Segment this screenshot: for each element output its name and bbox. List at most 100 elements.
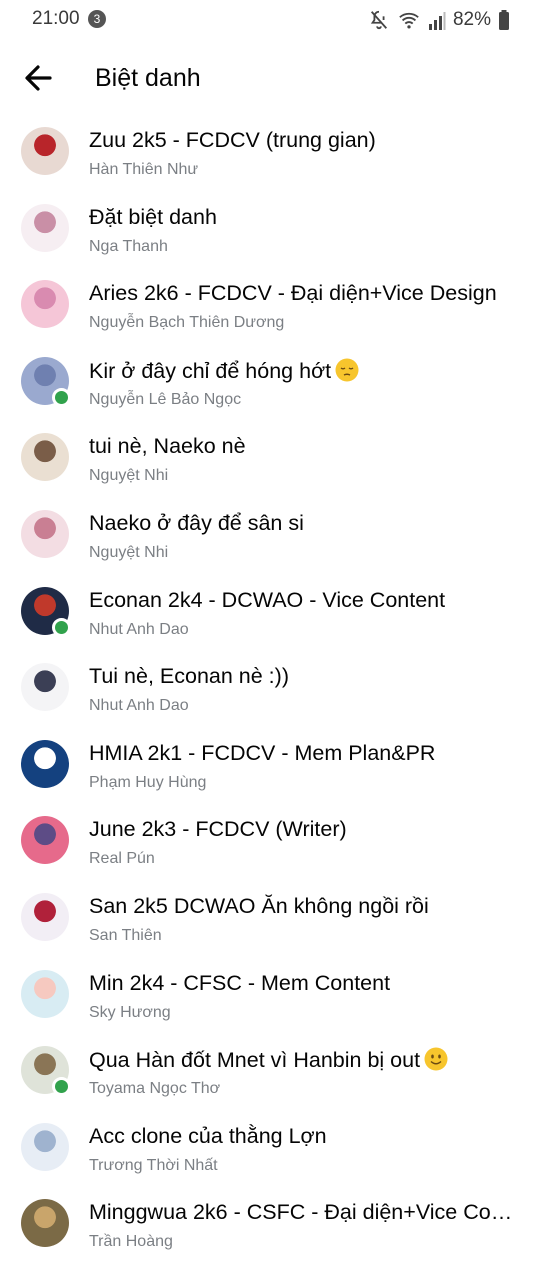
nickname-text: Acc clone của thằng Lợn xyxy=(89,1123,327,1148)
nickname-owner-name: Nguyệt Nhi xyxy=(89,467,169,485)
nickname-title: Kir ở đây chỉ để hóng hớt xyxy=(89,358,519,384)
nickname-title: Naeko ở đây để sân si xyxy=(89,511,519,536)
avatar-image xyxy=(21,816,69,865)
nickname-text: Econan 2k4 - DCWAO - Vice Content xyxy=(89,587,446,612)
avatar xyxy=(21,509,69,558)
nickname-row[interactable]: Min 2k4 - CFSC - Mem Content Sky Hương xyxy=(0,958,540,1035)
avatar xyxy=(21,1046,71,1097)
back-button[interactable] xyxy=(20,60,56,96)
nickname-title: Đặt biệt danh xyxy=(89,205,519,230)
avatar xyxy=(21,127,69,175)
nickname-text: Aries 2k6 - FCDCV - Đại diện+Vice Design xyxy=(89,281,497,306)
nickname-row[interactable]: Acc clone của thằng Lợn Trương Thời Nhất xyxy=(0,1111,540,1188)
online-status-dot xyxy=(52,617,71,637)
nickname-row[interactable]: Đặt biệt danh Nga Thanh xyxy=(0,192,540,269)
nickname-row[interactable]: Tui nè, Econan nè :)) Nhut Anh Dao xyxy=(0,651,540,728)
nickname-text: Kir ở đây chỉ để hóng hớt xyxy=(89,358,332,383)
nickname-title: Zuu 2k5 - FCDCV (trung gian) xyxy=(89,128,519,153)
battery-percent: 82% xyxy=(452,9,491,30)
avatar xyxy=(21,433,69,482)
avatar-image xyxy=(21,509,69,558)
nickname-text: Qua Hàn đốt Mnet vì Hanbin bị out xyxy=(89,1048,421,1073)
page-title: Biệt danh xyxy=(95,64,201,92)
battery-icon xyxy=(499,10,509,30)
nickname-owner-name: San Thiên xyxy=(89,926,162,944)
signal-icon xyxy=(428,12,446,30)
nickname-text: Minggwua 2k6 - CSFC - Đại diện+Vice Cont… xyxy=(89,1200,519,1225)
avatar-image xyxy=(21,127,69,175)
nickname-title: Econan 2k4 - DCWAO - Vice Content xyxy=(89,588,519,613)
avatar-image xyxy=(21,280,69,329)
arrow-left-icon xyxy=(25,65,52,91)
nickname-owner-name: Nguyệt Nhi xyxy=(89,543,169,561)
nickname-owner-name: Nhut Anh Dao xyxy=(89,620,189,638)
nickname-row[interactable]: Econan 2k4 - DCWAO - Vice Content Nhut An… xyxy=(0,575,540,652)
nickname-title: June 2k3 - FCDCV (Writer) xyxy=(89,817,519,842)
avatar-image xyxy=(21,1199,69,1248)
nickname-row[interactable]: Kir ở đây chỉ để hóng hớt Nguyễn Lê Bảo N… xyxy=(0,345,540,422)
avatar xyxy=(21,280,69,329)
nickname-owner-name: Phạm Huy Hùng xyxy=(89,773,207,791)
avatar-image xyxy=(21,969,69,1018)
nickname-row[interactable]: Qua Hàn đốt Mnet vì Hanbin bị out Toyama … xyxy=(0,1034,540,1111)
nickname-row[interactable]: Naeko ở đây để sân si Nguyệt Nhi xyxy=(0,498,540,575)
nickname-title: Qua Hàn đốt Mnet vì Hanbin bị out xyxy=(89,1047,519,1073)
nickname-row[interactable]: HMIA 2k1 - FCDCV - Mem Plan&PR Phạm Huy H… xyxy=(0,728,540,805)
status-bar: 21:00 3 82% xyxy=(0,0,540,40)
nickname-text: Min 2k4 - CFSC - Mem Content xyxy=(89,970,391,995)
nickname-owner-name: Trương Thời Nhất xyxy=(89,1156,218,1174)
status-time: 21:00 xyxy=(32,8,80,29)
avatar xyxy=(21,1122,69,1171)
nickname-title: HMIA 2k1 - FCDCV - Mem Plan&PR xyxy=(89,741,519,766)
nickname-text: Tui nè, Econan nè :)) xyxy=(89,664,289,689)
nickname-title: Min 2k4 - CFSC - Mem Content xyxy=(89,971,519,996)
avatar-image xyxy=(21,892,69,941)
nickname-text: Naeko ở đây để sân si xyxy=(89,510,304,535)
nickname-owner-name: Real Pún xyxy=(89,850,155,868)
nickname-text: Zuu 2k5 - FCDCV (trung gian) xyxy=(89,128,376,152)
nickname-list: Zuu 2k5 - FCDCV (trung gian) Hàn Thiên Nh… xyxy=(0,115,540,1264)
nickname-owner-name: Nguyễn Lê Bảo Ngọc xyxy=(89,390,242,408)
avatar xyxy=(21,969,69,1018)
nickname-row[interactable]: tui nè, Naeko nè Nguyệt Nhi xyxy=(0,421,540,498)
pensive-face-icon xyxy=(335,358,359,382)
notification-count-badge: 3 xyxy=(88,10,106,28)
avatar-image xyxy=(21,1122,69,1171)
nickname-row[interactable]: Aries 2k6 - FCDCV - Đại diện+Vice Design… xyxy=(0,268,540,345)
avatar xyxy=(21,356,71,407)
avatar xyxy=(21,203,69,252)
avatar-image xyxy=(21,663,69,712)
nickname-owner-name: Toyama Ngọc Thơ xyxy=(89,1080,221,1098)
avatar xyxy=(21,892,69,941)
nickname-row[interactable]: Minggwua 2k6 - CSFC - Đại diện+Vice Cont… xyxy=(0,1187,540,1264)
nickname-text: San 2k5 DCWAO Ăn không ngồi rồi xyxy=(89,893,429,918)
nickname-title: Minggwua 2k6 - CSFC - Đại diện+Vice Cont… xyxy=(89,1200,519,1225)
avatar-image xyxy=(21,739,69,788)
nickname-row[interactable]: Zuu 2k5 - FCDCV (trung gian) Hàn Thiên Nh… xyxy=(0,115,540,192)
avatar xyxy=(21,663,69,712)
nickname-text: June 2k3 - FCDCV (Writer) xyxy=(89,817,347,842)
app-header: Biệt danh xyxy=(0,40,540,118)
nickname-title: San 2k5 DCWAO Ăn không ngồi rồi xyxy=(89,894,519,919)
nickname-owner-name: Nhut Anh Dao xyxy=(89,697,189,715)
slightly-smiling-face-icon xyxy=(424,1047,448,1071)
avatar xyxy=(21,586,71,637)
nickname-title: Acc clone của thằng Lợn xyxy=(89,1124,519,1149)
avatar xyxy=(21,1199,69,1248)
wifi-icon xyxy=(399,12,419,29)
online-status-dot xyxy=(52,1077,71,1097)
nickname-owner-name: Sky Hương xyxy=(89,1003,171,1021)
nickname-owner-name: Trần Hoàng xyxy=(89,1233,173,1251)
nickname-row[interactable]: June 2k3 - FCDCV (Writer) Real Pún xyxy=(0,804,540,881)
online-status-dot xyxy=(52,387,71,407)
nickname-row[interactable]: San 2k5 DCWAO Ăn không ngồi rồi San Thiên xyxy=(0,881,540,958)
status-icons: 82% xyxy=(368,7,510,33)
nickname-text: HMIA 2k1 - FCDCV - Mem Plan&PR xyxy=(89,740,436,765)
avatar-image xyxy=(21,203,69,252)
avatar-image xyxy=(21,433,69,482)
nickname-title: Tui nè, Econan nè :)) xyxy=(89,664,519,689)
nickname-text: Đặt biệt danh xyxy=(89,204,217,229)
mute-icon xyxy=(370,10,387,30)
nickname-owner-name: Nga Thanh xyxy=(89,237,168,255)
nickname-owner-name: Nguyễn Bạch Thiên Dương xyxy=(89,314,285,332)
